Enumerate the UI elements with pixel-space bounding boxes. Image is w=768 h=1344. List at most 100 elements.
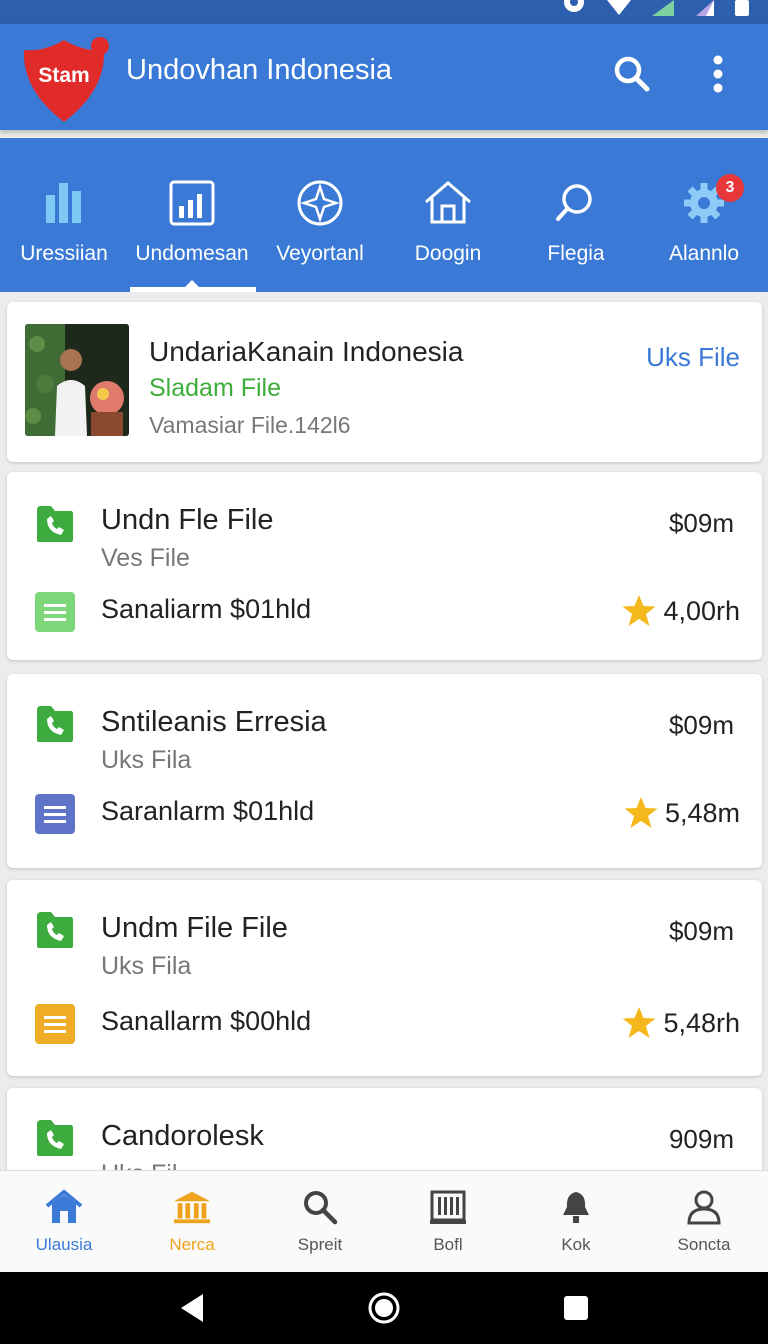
rating-value: 5,48rh xyxy=(663,1007,740,1038)
status-bar xyxy=(0,0,768,24)
tab-label: Veyortanl xyxy=(276,242,364,265)
tab-uressiian[interactable]: Uressiian xyxy=(0,138,128,292)
tab-undomesan[interactable]: Undomesan xyxy=(128,138,256,292)
tab-label: Uressiian xyxy=(20,242,108,265)
system-navigation-bar xyxy=(0,1272,768,1344)
tab-label: Undomesan xyxy=(135,242,249,265)
profile-name: UndariaKanain Indonesia xyxy=(149,336,464,367)
item-detail: Sanallarm $00hld xyxy=(101,1006,312,1036)
profile-card[interactable]: UndariaKanain Indonesia Sladam File Vama… xyxy=(7,302,762,462)
uks-file-link[interactable]: Uks File xyxy=(646,342,740,373)
list-lines-icon xyxy=(35,592,75,632)
bottom-nav-label: Soncta xyxy=(677,1235,731,1254)
bottom-nav-spreit[interactable]: Spreit xyxy=(256,1171,384,1272)
person-icon xyxy=(684,1187,724,1227)
logo-text: Stam xyxy=(38,64,90,87)
app-logo[interactable]: Stam xyxy=(22,34,114,126)
item-title: Undm File File xyxy=(101,912,288,944)
rating-value: 4,00rh xyxy=(663,595,740,626)
item-subtitle: Uks Fil xyxy=(101,1160,177,1170)
item-price: $09m xyxy=(668,508,734,538)
tab-alannlo[interactable]: 3 Alannlo xyxy=(640,138,768,292)
item-detail: Saranlarm $01hld xyxy=(101,796,315,826)
tab-label: Alannlo xyxy=(668,242,740,265)
person-photo-icon xyxy=(25,324,129,436)
compass-icon xyxy=(295,178,345,228)
settings-status-icon xyxy=(560,0,588,18)
item-subtitle: Ves File xyxy=(101,544,190,572)
bars-icon xyxy=(39,178,89,228)
wifi-icon xyxy=(606,0,632,18)
content-list[interactable]: UndariaKanain Indonesia Sladam File Vama… xyxy=(0,292,768,1170)
bell-icon xyxy=(556,1187,596,1227)
home-icon xyxy=(423,178,473,228)
back-triangle-icon xyxy=(181,1294,203,1322)
recents-square-icon xyxy=(564,1296,588,1320)
list-item[interactable]: Undn Fle File Ves File $09m Sanaliarm $0… xyxy=(7,472,762,660)
list-lines-icon xyxy=(35,1004,75,1044)
bottom-nav-soncta[interactable]: Soncta xyxy=(640,1171,768,1272)
search-icon xyxy=(551,178,601,228)
bottom-nav-label: Kok xyxy=(561,1235,591,1254)
item-rating: 5,48rh xyxy=(621,1006,740,1040)
item-price: $09m xyxy=(668,710,734,740)
tab-label: Flegia xyxy=(547,242,605,265)
building-icon xyxy=(428,1187,468,1227)
item-price: 909m xyxy=(668,1124,734,1154)
star-icon xyxy=(622,595,656,626)
notification-badge: 3 xyxy=(716,174,744,202)
list-lines-icon xyxy=(35,794,75,834)
app-bar: Stam Undovhan Indonesia xyxy=(0,24,768,130)
item-price: $09m xyxy=(668,916,734,946)
avatar xyxy=(25,324,129,436)
profile-subtitle: Sladam File xyxy=(149,374,281,402)
signal-2-icon xyxy=(694,0,716,18)
item-subtitle: Uks Fila xyxy=(101,952,192,980)
home-icon xyxy=(44,1187,84,1227)
item-title: Candorolesk xyxy=(101,1120,264,1152)
home-button[interactable] xyxy=(366,1290,402,1326)
search-button[interactable] xyxy=(610,52,654,96)
phone-folder-icon xyxy=(35,1118,75,1158)
category-tabs: Uressiian Undomesan Veyortanl Doogin Fle… xyxy=(0,138,768,292)
bottom-nav-label: Spreit xyxy=(297,1235,343,1254)
tab-label: Doogin xyxy=(414,242,482,265)
back-button[interactable] xyxy=(174,1290,210,1326)
list-item[interactable]: Undm File File Uks Fila $09m Sanallarm $… xyxy=(7,880,762,1076)
item-title: Undn Fle File xyxy=(101,504,274,536)
recents-button[interactable] xyxy=(558,1290,594,1326)
list-item[interactable]: Sntileanis Erresia Uks Fila $09m Saranla… xyxy=(7,674,762,868)
item-rating: 4,00rh xyxy=(621,594,740,628)
item-title: Sntileanis Erresia xyxy=(101,706,327,738)
bottom-nav-label: Ulausia xyxy=(35,1235,93,1254)
bottom-navigation: Ulausia Nerca Spreit Bofl Kok Soncta xyxy=(0,1170,768,1272)
bottom-nav-kok[interactable]: Kok xyxy=(512,1171,640,1272)
bottom-nav-bofl[interactable]: Bofl xyxy=(384,1171,512,1272)
chart-icon xyxy=(167,178,217,228)
home-circle-icon xyxy=(368,1292,400,1324)
star-icon xyxy=(622,1007,656,1038)
signal-icon xyxy=(650,0,676,18)
search-icon xyxy=(614,56,650,92)
item-detail: Sanaliarm $01hld xyxy=(101,594,312,624)
tab-doogin[interactable]: Doogin xyxy=(384,138,512,292)
item-rating: 5,48m xyxy=(623,796,740,830)
app-title: Undovhan Indonesia xyxy=(126,54,393,86)
bottom-nav-label: Bofl xyxy=(433,1235,463,1254)
bottom-nav-ulausia[interactable]: Ulausia xyxy=(0,1171,128,1272)
tab-flegia[interactable]: Flegia xyxy=(512,138,640,292)
item-subtitle: Uks Fila xyxy=(101,746,192,774)
phone-folder-icon xyxy=(35,910,75,950)
bottom-nav-label: Nerca xyxy=(169,1235,215,1254)
rating-value: 5,48m xyxy=(664,797,740,828)
phone-folder-icon xyxy=(35,504,75,544)
more-vert-icon xyxy=(713,55,723,93)
profile-meta: Vamasiar File.142l6 xyxy=(149,412,351,438)
battery-icon xyxy=(734,0,750,18)
overflow-menu-button[interactable] xyxy=(696,52,740,96)
bottom-nav-nerca[interactable]: Nerca xyxy=(128,1171,256,1272)
tab-veyortanl[interactable]: Veyortanl xyxy=(256,138,384,292)
bank-icon xyxy=(172,1187,212,1227)
star-icon xyxy=(624,797,658,828)
list-item[interactable]: Candorolesk Uks Fil 909m xyxy=(7,1088,762,1170)
